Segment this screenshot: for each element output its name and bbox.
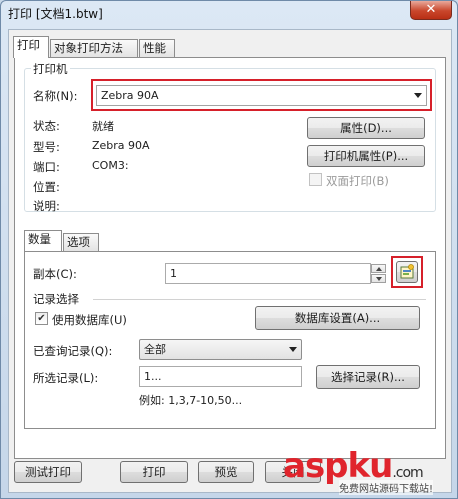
printer-properties-button[interactable]: 打印机属性(P)... bbox=[307, 145, 425, 167]
print-button[interactable]: 打印 bbox=[120, 461, 188, 483]
subtab-options[interactable]: 选项 bbox=[63, 233, 99, 251]
selected-records-label: 所选记录(L): bbox=[33, 371, 99, 385]
properties-button[interactable]: 属性(D)... bbox=[307, 117, 425, 139]
queried-records-value: 全部 bbox=[144, 343, 166, 356]
location-label: 位置: bbox=[33, 180, 60, 194]
arrow-up-icon bbox=[376, 267, 382, 271]
printer-name-label: 名称(N): bbox=[33, 89, 78, 103]
spinner-up-button[interactable] bbox=[371, 264, 386, 273]
test-print-button[interactable]: 测试打印 bbox=[14, 461, 82, 483]
printer-group-title: 打印机 bbox=[31, 61, 70, 77]
duplex-checkbox[interactable] bbox=[309, 173, 322, 186]
watermark-logo: aspku.com 免费网站源码下载站! bbox=[277, 448, 447, 495]
selected-records-input[interactable]: 1... bbox=[139, 366, 302, 387]
copies-input[interactable]: 1 bbox=[165, 263, 371, 284]
use-database-checkbox[interactable]: ✔ bbox=[35, 312, 48, 325]
copies-label: 副本(C): bbox=[33, 267, 77, 281]
close-window-button[interactable]: ✕ bbox=[410, 1, 452, 20]
tab-print[interactable]: 打印 bbox=[13, 36, 49, 58]
printer-name-highlight bbox=[91, 79, 432, 111]
status-label: 状态: bbox=[33, 119, 60, 133]
comment-label: 说明: bbox=[33, 199, 60, 213]
copies-spinner[interactable] bbox=[371, 264, 386, 283]
print-tab-panel: 打印机 名称(N): Zebra 90A 状态: 就绪 型号: Zebra 90… bbox=[14, 57, 446, 459]
port-label: 端口: bbox=[33, 160, 60, 174]
tab-object-print-method[interactable]: 对象打印方法 bbox=[50, 39, 138, 57]
record-selection-divider bbox=[93, 299, 426, 300]
arrow-down-icon bbox=[376, 277, 382, 281]
title-bar[interactable]: 打印 [文档1.btw] ✕ bbox=[1, 1, 457, 25]
use-database-label: 使用数据库(U) bbox=[52, 313, 127, 327]
database-setup-button[interactable]: 数据库设置(A)... bbox=[255, 306, 420, 330]
status-value: 就绪 bbox=[92, 120, 114, 133]
dialog-client-area: 打印 对象打印方法 性能 打印机 名称(N): Zebra 90A 状态: 就绪… bbox=[8, 29, 452, 493]
port-value: COM3: bbox=[92, 159, 129, 172]
window-title: 打印 [文档1.btw] bbox=[8, 7, 103, 21]
print-dialog-window: 打印 [文档1.btw] ✕ 打印 对象打印方法 性能 打印机 名称(N): Z… bbox=[0, 0, 458, 499]
record-selection-title: 记录选择 bbox=[33, 292, 79, 306]
queried-records-dropdown[interactable]: 全部 bbox=[139, 339, 302, 360]
model-value: Zebra 90A bbox=[92, 139, 150, 152]
chevron-down-icon bbox=[289, 347, 297, 352]
subtab-quantity[interactable]: 数量 bbox=[24, 230, 62, 251]
preview-button[interactable]: 预览 bbox=[198, 461, 254, 483]
tab-performance[interactable]: 性能 bbox=[139, 39, 175, 57]
select-records-button[interactable]: 选择记录(R)... bbox=[316, 365, 420, 389]
copies-options-highlight bbox=[391, 256, 423, 288]
model-label: 型号: bbox=[33, 140, 60, 154]
close-icon: ✕ bbox=[425, 2, 437, 17]
records-example-text: 例如: 1,3,7-10,50... bbox=[139, 394, 243, 407]
duplex-label: 双面打印(B) bbox=[326, 174, 389, 188]
queried-records-label: 已查询记录(Q): bbox=[33, 344, 113, 358]
watermark-tagline: 免费网站源码下载站! bbox=[339, 480, 434, 495]
spinner-down-button[interactable] bbox=[371, 274, 386, 283]
